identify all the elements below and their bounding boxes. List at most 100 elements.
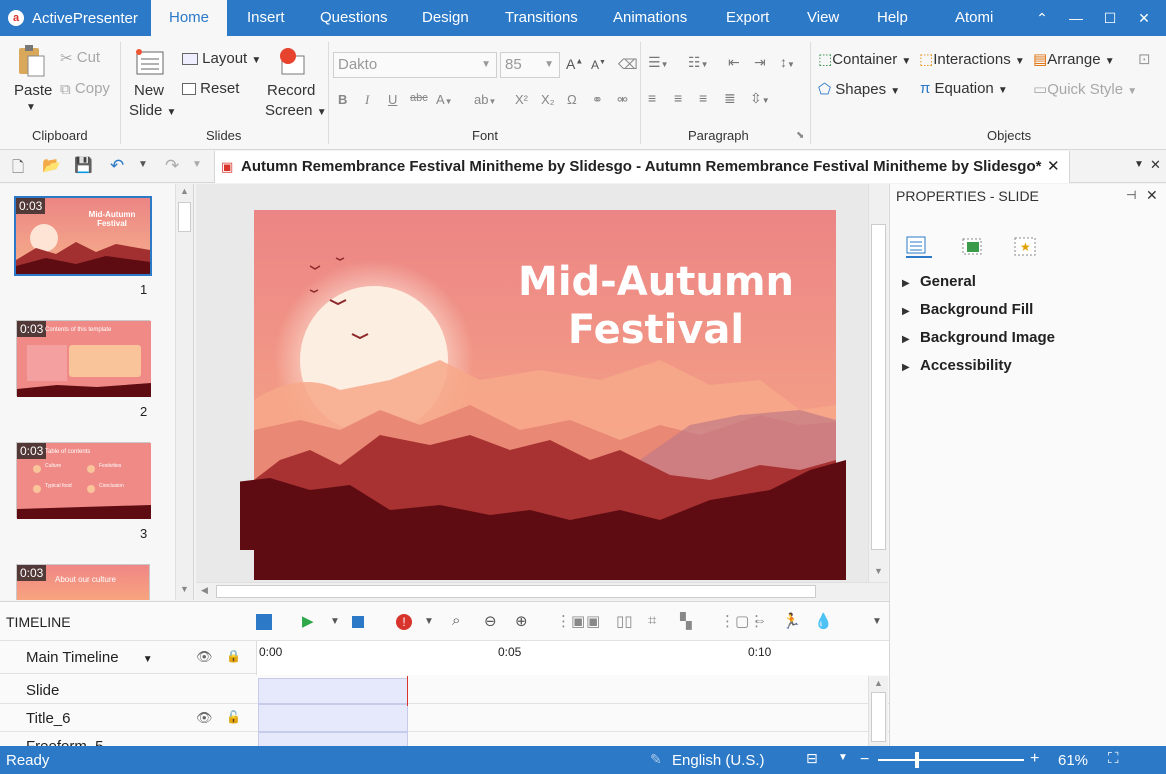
undo-dropdown-icon[interactable]: ▼ — [138, 159, 148, 170]
layout-button[interactable]: Layout ▼ — [182, 50, 261, 67]
animate-icon[interactable]: 🏃 — [782, 612, 801, 630]
blur-icon[interactable]: 💧 — [814, 612, 833, 630]
undo-icon[interactable]: ↶ — [110, 156, 124, 176]
cut-range-icon[interactable]: ▚ — [680, 612, 692, 630]
clear-format-icon[interactable]: ⌫ — [618, 56, 638, 73]
tab-view[interactable]: View — [789, 0, 857, 36]
underline-icon[interactable]: U — [388, 92, 397, 107]
pin-icon[interactable]: ⊣ — [1126, 188, 1136, 202]
scroll-thumb[interactable] — [871, 224, 886, 550]
link-icon[interactable]: ⚭ — [592, 92, 603, 108]
zoom-slider[interactable] — [878, 752, 1024, 768]
highlight-icon[interactable]: ab▼ — [474, 92, 496, 107]
font-size-combo[interactable]: 85 ▼ — [500, 52, 560, 78]
tab-animations[interactable]: Animations — [595, 0, 705, 36]
shapes-button[interactable]: ⬠ Shapes ▼ — [818, 80, 900, 98]
section-general[interactable]: ▶ General — [902, 273, 976, 290]
symbol-icon[interactable]: Ω — [567, 92, 577, 107]
redo-dropdown-icon[interactable]: ▼ — [192, 159, 202, 170]
new-slide-label-2[interactable]: Slide ▼ — [129, 102, 176, 119]
new-slide-dropdown-icon[interactable]: ▼ — [167, 107, 177, 118]
shrink-font-icon[interactable]: A▼ — [591, 58, 606, 72]
zoom-in-icon[interactable]: ⊕ — [515, 612, 528, 630]
close-window-icon[interactable]: ✕ — [1127, 0, 1161, 36]
align-right-icon[interactable]: ≡ — [699, 90, 707, 106]
copy-button[interactable]: ⧉ Copy — [60, 80, 110, 98]
scroll-left-icon[interactable]: ◀ — [201, 585, 208, 596]
zoom-out-button[interactable]: − — [860, 751, 869, 769]
slide-thumbnail-3[interactable]: 0:03 Table of contents Culture Festiviti… — [16, 442, 151, 519]
subscript-icon[interactable]: X₂ — [541, 92, 555, 107]
slide-thumbnail-1[interactable]: 0:03 Mid-Autumn Festival — [14, 196, 152, 276]
stop-icon[interactable] — [352, 616, 364, 628]
freeform-track-bar[interactable] — [258, 732, 408, 746]
split-icon[interactable]: ▯▯ — [616, 612, 633, 630]
close-panel-icon[interactable]: ✕ — [1146, 187, 1158, 204]
interactions-button[interactable]: ⬚Interactions ▼ — [919, 50, 1025, 68]
delete-time-icon[interactable]: ▣ — [586, 612, 600, 630]
bold-icon[interactable]: B — [338, 92, 347, 107]
unlock-icon[interactable]: 🔓 — [226, 710, 241, 724]
paste-dropdown-icon[interactable]: ▼ — [26, 102, 36, 113]
save-icon[interactable]: 💾 — [74, 156, 93, 174]
open-folder-icon[interactable]: 📂 — [42, 156, 61, 174]
properties-tab-transition[interactable] — [962, 236, 984, 259]
language-label[interactable]: English (U.S.) — [672, 752, 765, 769]
eye-icon[interactable]: 👁 — [196, 710, 213, 726]
record-screen-icon[interactable] — [276, 46, 308, 82]
timeline-scrollbar[interactable]: ▲ — [868, 676, 888, 747]
scroll-up-icon[interactable]: ▲ — [180, 186, 189, 196]
record-dropdown-icon[interactable]: ▼ — [317, 107, 327, 118]
main-timeline-select[interactable]: Main Timeline ▼ — [26, 649, 153, 666]
new-slide-icon[interactable] — [135, 48, 165, 82]
user-name[interactable]: Atomi — [937, 0, 1011, 36]
more-objects-icon[interactable]: ⊡ — [1138, 50, 1151, 68]
record-dropdown-icon[interactable]: ▼ — [424, 616, 434, 627]
close-all-icon[interactable]: ✕ — [1150, 157, 1161, 173]
slide-track-bar[interactable] — [258, 678, 408, 704]
timeline-menu-icon[interactable]: ▼ — [872, 616, 882, 627]
tab-list-icon[interactable]: ▼ — [1134, 159, 1144, 170]
unlink-icon[interactable]: ⚮ — [617, 92, 628, 108]
redo-icon[interactable]: ↷ — [165, 156, 179, 176]
close-tab-icon[interactable]: ✕ — [1047, 151, 1060, 183]
maximize-icon[interactable]: ☐ — [1093, 0, 1127, 36]
align-left-icon[interactable]: ≡ — [648, 90, 656, 106]
spellcheck-icon[interactable]: ✎ — [650, 751, 662, 768]
scroll-up-icon[interactable]: ▲ — [874, 678, 883, 688]
equation-button[interactable]: π Equation ▼ — [920, 80, 1008, 97]
record-label-2[interactable]: Screen ▼ — [265, 102, 327, 119]
zoom-slider-thumb[interactable] — [915, 752, 919, 768]
font-family-combo[interactable]: Dakto ▼ — [333, 52, 497, 78]
new-slide-label[interactable]: New — [134, 82, 164, 99]
tab-insert[interactable]: Insert — [229, 0, 303, 36]
record-icon[interactable]: ! — [396, 614, 412, 630]
superscript-icon[interactable]: X² — [515, 92, 528, 107]
fit-window-icon[interactable]: ⛶ — [1108, 750, 1119, 767]
tab-home[interactable]: Home — [151, 0, 228, 36]
track-color-icon[interactable] — [256, 614, 272, 630]
font-color-icon[interactable]: A▼ — [436, 92, 453, 107]
tab-export[interactable]: Export — [708, 0, 787, 36]
bullets-icon[interactable]: ☰▼ — [648, 54, 668, 71]
canvas-vertical-scrollbar[interactable]: ▼ — [868, 184, 888, 582]
tab-design[interactable]: Design — [404, 0, 487, 36]
document-tab[interactable]: ▣ Autumn Remembrance Festival Minitheme … — [214, 151, 1070, 183]
tab-transitions[interactable]: Transitions — [487, 0, 596, 36]
zoom-in-button[interactable]: + — [1030, 750, 1039, 768]
playhead[interactable] — [407, 676, 408, 706]
timeline-row-slide[interactable]: Slide — [0, 676, 889, 704]
eye-icon[interactable]: 👁 — [196, 649, 213, 665]
section-accessibility[interactable]: ▶ Accessibility — [902, 357, 1012, 374]
strikethrough-icon[interactable]: abc — [410, 92, 428, 104]
zoom-out-icon[interactable]: ⊖ — [484, 612, 497, 630]
tab-questions[interactable]: Questions — [302, 0, 406, 36]
paste-label[interactable]: Paste — [14, 82, 52, 99]
cut-button[interactable]: ✂ Cut — [60, 49, 100, 67]
canvas-horizontal-scrollbar[interactable]: ◀ — [196, 582, 888, 600]
grow-font-icon[interactable]: A▲ — [566, 56, 583, 72]
scroll-thumb[interactable] — [216, 585, 816, 598]
scroll-down-icon[interactable]: ▼ — [180, 584, 189, 594]
text-direction-icon[interactable]: ⇳▼ — [750, 90, 770, 107]
view-dropdown-icon[interactable]: ▼ — [838, 752, 848, 763]
